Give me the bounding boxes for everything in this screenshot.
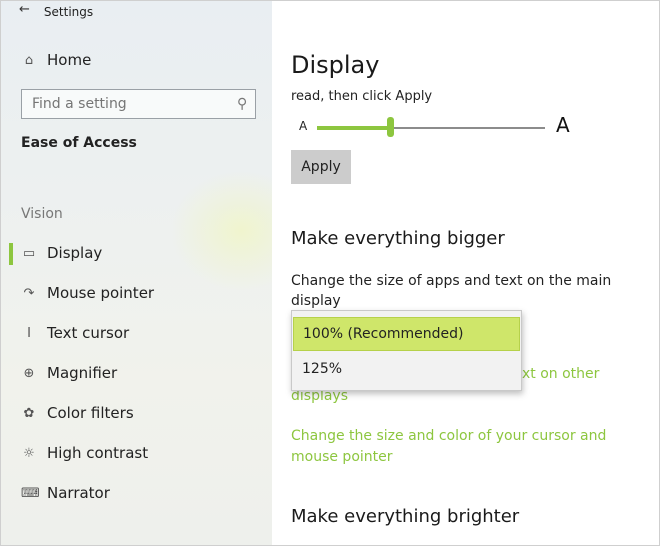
text-size-slider[interactable]: A A bbox=[299, 109, 579, 143]
monitor-icon: ▭ bbox=[22, 245, 36, 261]
search-input[interactable] bbox=[32, 96, 222, 112]
cursor-size-link[interactable]: Change the size and color of your cursor… bbox=[291, 426, 636, 468]
brighter-heading: Make everything brighter bbox=[291, 506, 520, 527]
apply-button[interactable]: Apply bbox=[291, 150, 351, 184]
sidebar-item-mouse-pointer[interactable]: ↷ Mouse pointer bbox=[21, 284, 155, 302]
sidebar-item-label: Mouse pointer bbox=[47, 284, 155, 302]
dropdown-option-125[interactable]: 125% bbox=[293, 352, 520, 386]
text-cursor-icon: I bbox=[27, 325, 31, 341]
sidebar-item-color-filters[interactable]: ✿ Color filters bbox=[21, 404, 134, 422]
sidebar-item-text-cursor[interactable]: I Text cursor bbox=[21, 324, 129, 342]
bigger-description: Change the size of apps and text on the … bbox=[291, 273, 612, 309]
high-contrast-icon: ☼ bbox=[23, 445, 35, 461]
dropdown-option-100[interactable]: 100% (Recommended) bbox=[293, 317, 520, 351]
sidebar-item-display[interactable]: ▭ Display bbox=[21, 244, 102, 262]
sidebar-item-label: Narrator bbox=[47, 484, 110, 502]
settings-window: ← Settings ⌂ Home ⚲ Ease of Access Visio… bbox=[0, 0, 660, 546]
mouse-pointer-icon: ↷ bbox=[23, 285, 35, 301]
home-link[interactable]: ⌂ Home bbox=[21, 51, 91, 69]
main-content: Display read, then click Apply A A Apply… bbox=[272, 1, 659, 545]
sidebar-item-label: Text cursor bbox=[47, 324, 130, 342]
color-filters-icon: ✿ bbox=[23, 405, 35, 421]
sidebar-item-label: Display bbox=[47, 244, 103, 262]
sidebar-item-label: Magnifier bbox=[47, 364, 118, 382]
page-title: Display bbox=[291, 51, 380, 79]
search-box[interactable]: ⚲ bbox=[21, 89, 256, 119]
home-label: Home bbox=[47, 51, 92, 69]
other-displays-link-part[interactable]: xt on other bbox=[522, 364, 642, 385]
sidebar-item-label: High contrast bbox=[47, 444, 149, 462]
group-label-vision: Vision bbox=[21, 206, 63, 222]
title-bar: ← Settings bbox=[19, 2, 94, 20]
search-icon[interactable]: ⚲ bbox=[237, 96, 247, 112]
slider-min-label: A bbox=[299, 119, 308, 133]
section-title: Ease of Access bbox=[21, 135, 137, 151]
scale-dropdown-list[interactable]: 100% (Recommended) 125% bbox=[291, 310, 522, 391]
bigger-heading: Make everything bigger bbox=[291, 228, 505, 249]
narrator-icon: ⌨ bbox=[21, 485, 40, 501]
active-indicator bbox=[9, 243, 13, 265]
home-icon: ⌂ bbox=[24, 52, 34, 68]
magnifier-icon: ⊕ bbox=[23, 365, 35, 381]
text-size-hint: read, then click Apply bbox=[291, 89, 433, 104]
sidebar-item-magnifier[interactable]: ⊕ Magnifier bbox=[21, 364, 118, 382]
slider-thumb[interactable] bbox=[386, 117, 394, 137]
sidebar-item-narrator[interactable]: ⌨ Narrator bbox=[21, 484, 110, 502]
slider-max-label: A bbox=[556, 113, 570, 137]
back-arrow-icon[interactable]: ← bbox=[19, 2, 30, 17]
sidebar-item-high-contrast[interactable]: ☼ High contrast bbox=[21, 444, 148, 462]
sidebar-item-label: Color filters bbox=[47, 404, 134, 422]
sidebar: ← Settings ⌂ Home ⚲ Ease of Access Visio… bbox=[1, 1, 311, 545]
slider-fill bbox=[317, 126, 390, 130]
window-title: Settings bbox=[43, 5, 94, 19]
